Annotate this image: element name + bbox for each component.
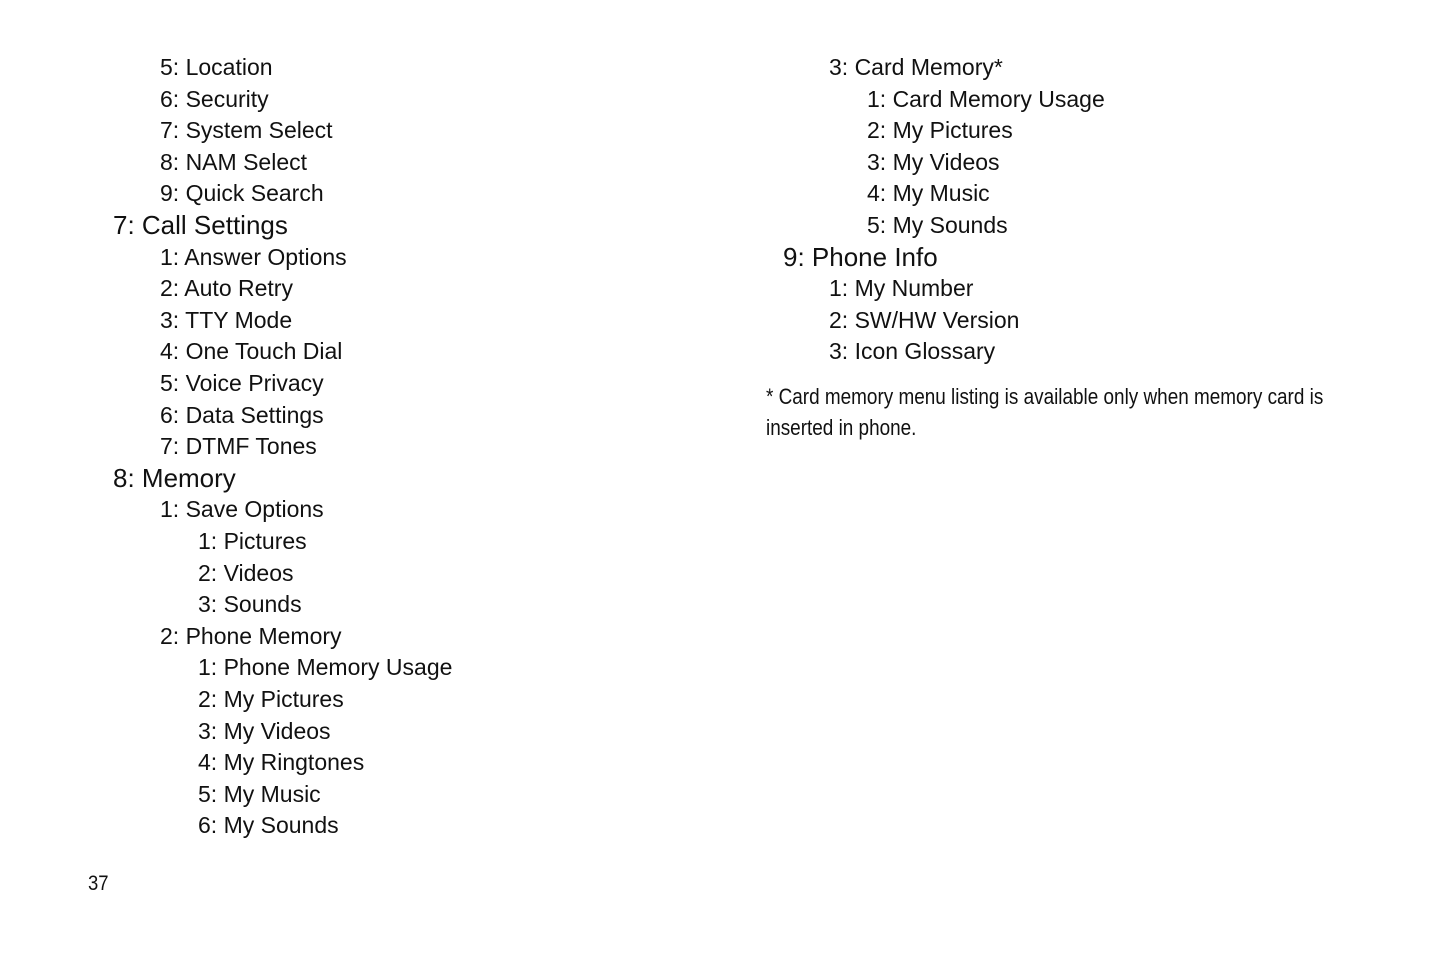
menu-item: 1: Card Memory Usage <box>867 85 1105 112</box>
menu-item: 5: Location <box>160 54 273 80</box>
menu-item: 5: My Music <box>198 780 321 807</box>
menu-item: 3: Sounds <box>198 591 302 618</box>
menu-item: 1: Answer Options <box>160 243 347 270</box>
menu-item: 3: TTY Mode <box>160 306 293 333</box>
menu-item: 6: Security <box>160 85 269 112</box>
menu-item: 2: Videos <box>198 559 294 586</box>
menu-heading: 7: Call Settings <box>113 210 288 240</box>
card-memory-footnote: * Card memory menu listing is available … <box>766 384 1324 440</box>
menu-item: 4: My Music <box>867 180 990 207</box>
menu-item: 2: My Pictures <box>198 686 344 712</box>
menu-item: 6: My Sounds <box>198 812 339 839</box>
menu-item: 4: One Touch Dial <box>160 338 343 365</box>
menu-item: 9: Quick Search <box>160 180 324 207</box>
menu-heading: 9: Phone Info <box>783 241 938 272</box>
menu-item: 1: My Number <box>829 275 974 302</box>
menu-item: 3: Icon Glossary <box>829 338 996 365</box>
menu-item: 8: NAM Select <box>160 148 307 175</box>
menu-item: 3: My Videos <box>198 717 331 744</box>
menu-item: 2: My Pictures <box>867 117 1013 144</box>
menu-item: 1: Save Options <box>160 496 324 523</box>
menu-item: 5: Voice Privacy <box>160 370 324 396</box>
menu-item: 2: Auto Retry <box>160 275 293 302</box>
menu-item: 3: My Videos <box>867 148 1000 175</box>
menu-item: 1: Pictures <box>198 528 307 554</box>
menu-item: 5: My Sounds <box>867 212 1008 238</box>
menu-item: 7: DTMF Tones <box>160 433 317 460</box>
menu-item: 2: SW/HW Version <box>829 306 1020 333</box>
menu-item: 7: System Select <box>160 117 333 144</box>
menu-heading: 8: Memory <box>113 462 236 493</box>
menu-item: 6: Data Settings <box>160 401 324 428</box>
menu-item: 1: Phone Memory Usage <box>198 654 453 681</box>
menu-item: 2: Phone Memory <box>160 622 342 649</box>
menu-item: 4: My Ringtones <box>198 749 365 776</box>
page-number: 37 <box>88 872 109 895</box>
menu-item: 3: Card Memory* <box>829 54 1003 80</box>
